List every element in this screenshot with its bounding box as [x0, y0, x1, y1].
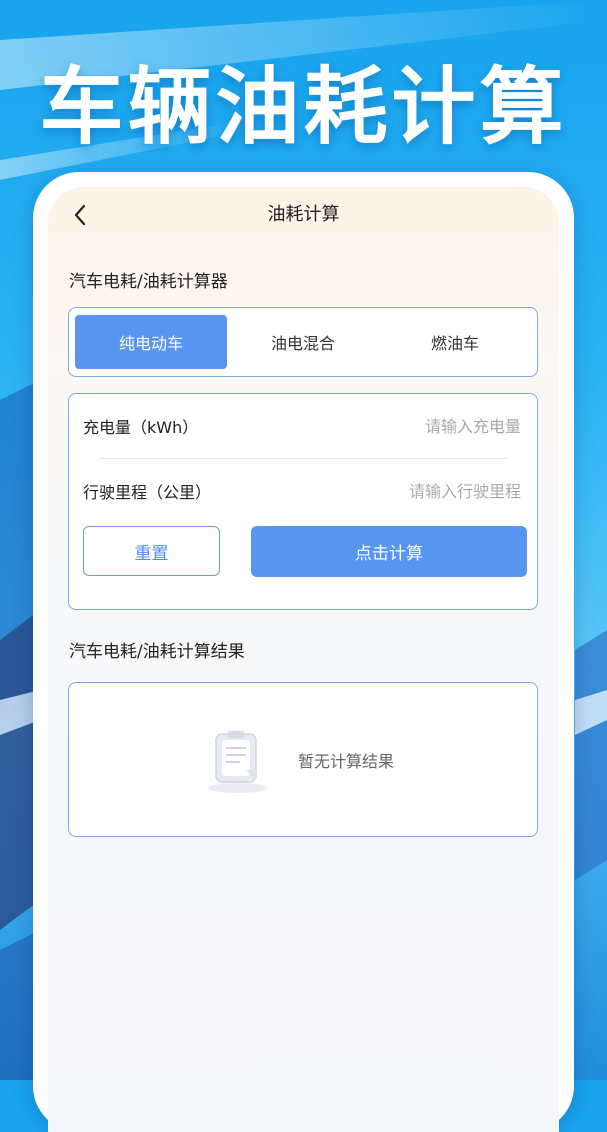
back-button[interactable] [66, 201, 94, 229]
promo-title: 车辆油耗计算 [39, 58, 568, 156]
nav-bar: 油耗计算 [48, 187, 559, 243]
result-card: 暂无计算结果 [68, 682, 538, 837]
mileage-input[interactable] [319, 480, 523, 502]
calculate-button[interactable]: 点击计算 [251, 526, 527, 577]
mileage-row: 行驶里程（公里） [83, 471, 523, 511]
app-screen: 油耗计算 汽车电耗/油耗计算器 纯电动车 油电混合 燃油车 充电量（kWh） 行… [48, 187, 559, 1132]
result-section-title: 汽车电耗/油耗计算结果 [69, 642, 245, 662]
charge-row: 充电量（kWh） [83, 406, 523, 446]
chevron-left-icon [74, 204, 86, 226]
calculator-form: 充电量（kWh） 行驶里程（公里） 重置 点击计算 [68, 393, 538, 610]
empty-state: 暂无计算结果 [202, 724, 394, 796]
mileage-label: 行驶里程（公里） [83, 483, 212, 502]
tab-fuel[interactable]: 燃油车 [379, 315, 531, 369]
empty-clipboard-icon [207, 730, 268, 793]
page-title: 油耗计算 [267, 204, 340, 225]
field-divider [99, 458, 507, 459]
charge-input[interactable] [319, 415, 523, 437]
calculator-section-title: 汽车电耗/油耗计算器 [69, 272, 228, 292]
phone-frame: 油耗计算 汽车电耗/油耗计算器 纯电动车 油电混合 燃油车 充电量（kWh） 行… [33, 172, 574, 1132]
empty-result-text: 暂无计算结果 [297, 751, 394, 771]
charge-label: 充电量（kWh） [83, 418, 199, 437]
tab-electric[interactable]: 纯电动车 [75, 315, 227, 369]
reset-button[interactable]: 重置 [83, 526, 220, 576]
vehicle-type-tabs: 纯电动车 油电混合 燃油车 [68, 307, 538, 377]
tab-hybrid[interactable]: 油电混合 [227, 315, 379, 369]
